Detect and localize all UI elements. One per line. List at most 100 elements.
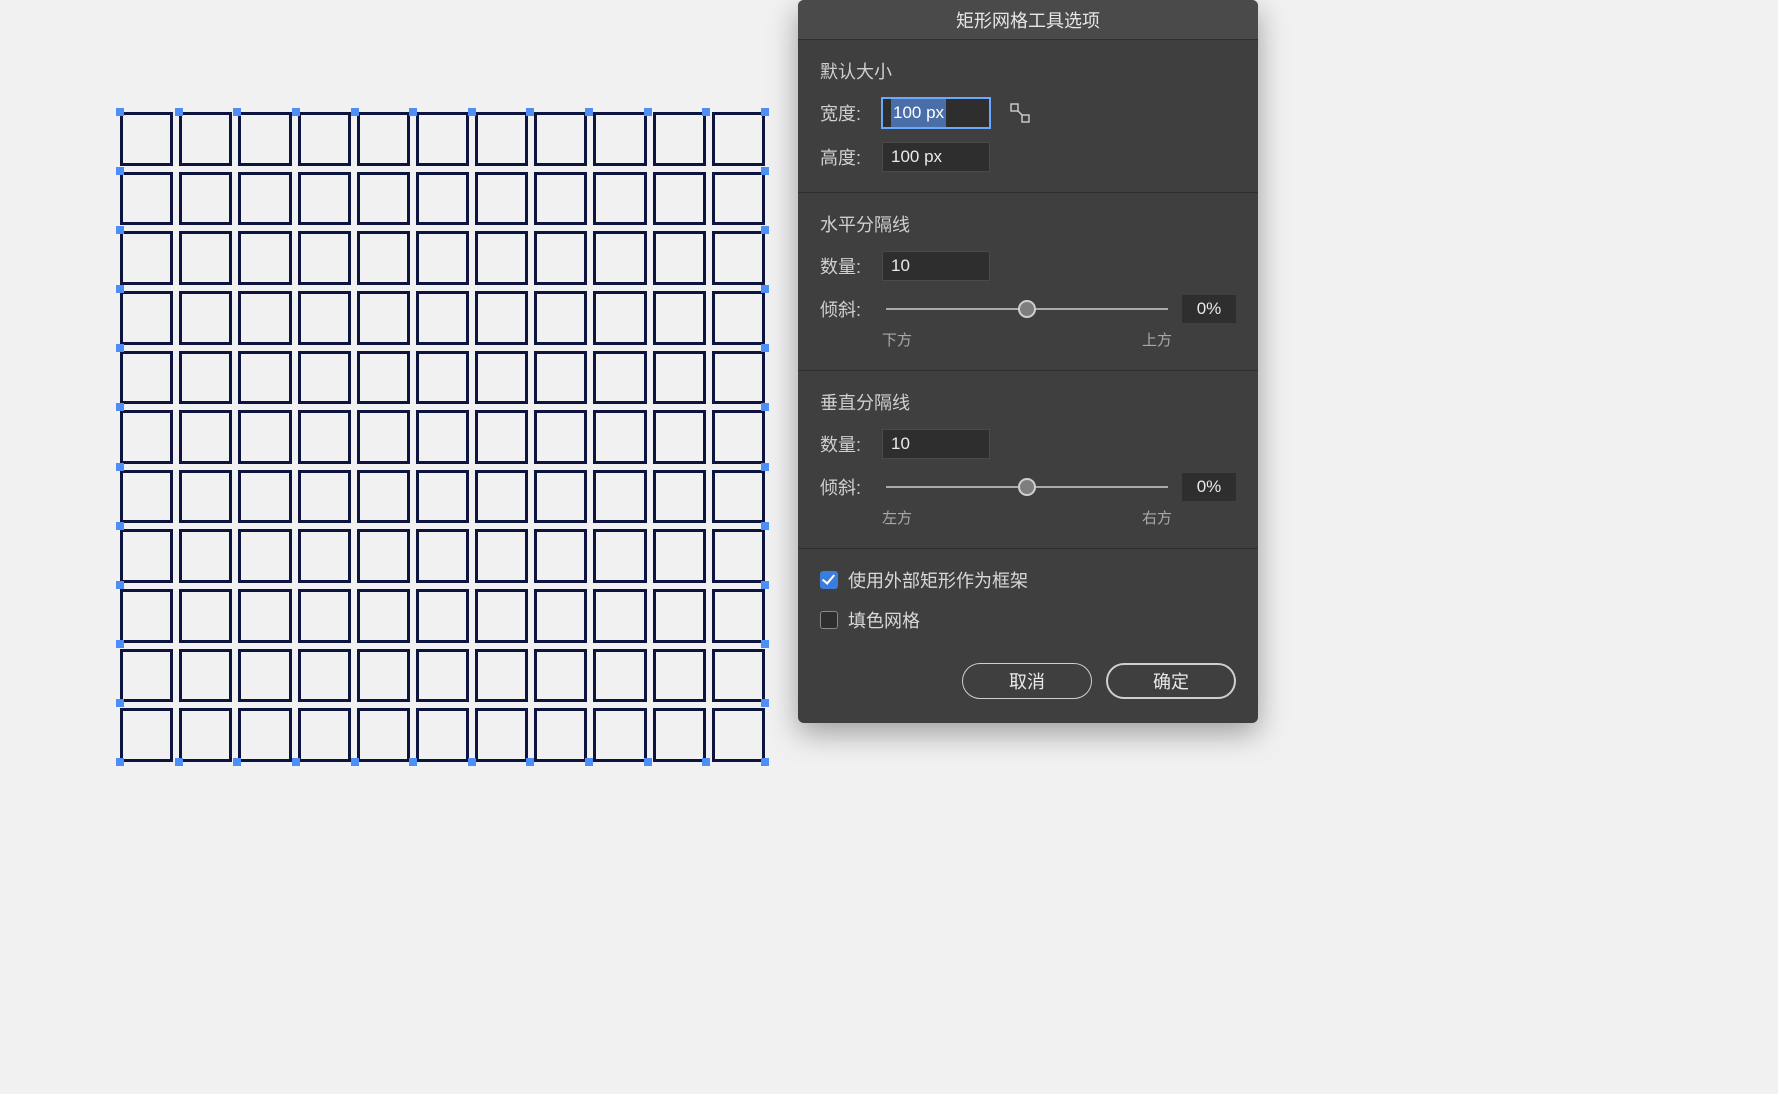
height-input[interactable]: 100 px <box>882 142 990 172</box>
grid-cell <box>653 529 706 583</box>
v-skew-right-label: 右方 <box>1142 507 1172 528</box>
selection-handle[interactable] <box>761 699 769 707</box>
selection-handle[interactable] <box>175 758 183 766</box>
grid-cell <box>357 351 410 405</box>
grid-cell <box>357 708 410 762</box>
v-count-label: 数量: <box>820 431 872 457</box>
selection-handle[interactable] <box>468 758 476 766</box>
h-skew-value[interactable]: 0% <box>1182 295 1236 323</box>
grid-cell <box>120 708 173 762</box>
checkbox-use-outer-rect-box[interactable] <box>820 571 838 589</box>
selection-handle[interactable] <box>292 758 300 766</box>
selection-handle[interactable] <box>116 522 124 530</box>
v-skew-slider[interactable] <box>886 486 1168 488</box>
selection-handle[interactable] <box>292 108 300 116</box>
selection-handle[interactable] <box>175 108 183 116</box>
selection-handle[interactable] <box>644 758 652 766</box>
grid-cell <box>653 231 706 285</box>
grid-cell <box>120 649 173 703</box>
selection-handle[interactable] <box>351 108 359 116</box>
grid-cell <box>534 231 587 285</box>
grid-cell <box>475 231 528 285</box>
selection-handle[interactable] <box>702 108 710 116</box>
grid-cell <box>534 529 587 583</box>
selection-handle[interactable] <box>761 344 769 352</box>
checkbox-fill-grid[interactable]: 填色网格 <box>820 607 1236 633</box>
selection-handle[interactable] <box>761 108 769 116</box>
dialog-options: 使用外部矩形作为框架 填色网格 <box>798 549 1258 655</box>
grid-cell <box>179 649 232 703</box>
selection-handle[interactable] <box>702 758 710 766</box>
selection-handle[interactable] <box>761 640 769 648</box>
selection-handle[interactable] <box>761 285 769 293</box>
selection-handle[interactable] <box>585 758 593 766</box>
grid-cell <box>712 231 765 285</box>
grid-cell <box>534 172 587 226</box>
selection-handle[interactable] <box>116 581 124 589</box>
section-vertical-dividers: 垂直分隔线 数量: 10 倾斜: 0% 左方 右方 <box>798 371 1258 549</box>
checkbox-use-outer-rect[interactable]: 使用外部矩形作为框架 <box>820 567 1236 593</box>
grid-cell <box>416 470 469 524</box>
selection-handle[interactable] <box>409 108 417 116</box>
grid-cell <box>475 410 528 464</box>
h-skew-slider-thumb[interactable] <box>1018 300 1036 318</box>
selection-handle[interactable] <box>116 403 124 411</box>
selection-handle[interactable] <box>116 167 124 175</box>
height-label: 高度: <box>820 144 872 170</box>
selection-handle[interactable] <box>351 758 359 766</box>
ok-button[interactable]: 确定 <box>1106 663 1236 699</box>
selection-handle[interactable] <box>233 108 241 116</box>
grid-cell <box>179 470 232 524</box>
grid-cell <box>298 470 351 524</box>
grid-cell <box>179 172 232 226</box>
grid-cell <box>179 589 232 643</box>
grid-cell <box>179 410 232 464</box>
grid-cell <box>238 470 291 524</box>
selection-handle[interactable] <box>116 640 124 648</box>
selection-handle[interactable] <box>116 226 124 234</box>
grid-cell <box>593 529 646 583</box>
selection-handle[interactable] <box>116 344 124 352</box>
grid-cell <box>416 112 469 166</box>
selection-handle[interactable] <box>409 758 417 766</box>
grid-cell <box>534 112 587 166</box>
constrain-proportions-icon[interactable] <box>1006 99 1034 127</box>
v-skew-slider-thumb[interactable] <box>1018 478 1036 496</box>
selection-handle[interactable] <box>761 167 769 175</box>
selection-handle[interactable] <box>644 108 652 116</box>
selection-handle[interactable] <box>761 522 769 530</box>
width-input[interactable]: 100 px <box>882 98 990 128</box>
selection-handle[interactable] <box>233 758 241 766</box>
grid-cell <box>653 291 706 345</box>
grid-cell <box>298 708 351 762</box>
grid-cell <box>653 708 706 762</box>
grid-cell <box>357 470 410 524</box>
selection-handle[interactable] <box>761 758 769 766</box>
selection-handle[interactable] <box>526 758 534 766</box>
grid-cell <box>298 589 351 643</box>
grid-cell <box>298 529 351 583</box>
selection-handle[interactable] <box>116 463 124 471</box>
selection-handle[interactable] <box>761 226 769 234</box>
h-count-input[interactable]: 10 <box>882 251 990 281</box>
selection-handle[interactable] <box>761 403 769 411</box>
selection-handle[interactable] <box>116 758 124 766</box>
selection-handle[interactable] <box>585 108 593 116</box>
dialog-title-text: 矩形网格工具选项 <box>956 7 1100 33</box>
selection-handle[interactable] <box>761 581 769 589</box>
grid-cell <box>357 112 410 166</box>
checkbox-fill-grid-box[interactable] <box>820 611 838 629</box>
selection-handle[interactable] <box>116 699 124 707</box>
v-count-input[interactable]: 10 <box>882 429 990 459</box>
v-skew-value[interactable]: 0% <box>1182 473 1236 501</box>
cancel-button[interactable]: 取消 <box>962 663 1092 699</box>
selection-handle[interactable] <box>526 108 534 116</box>
grid-cell <box>416 529 469 583</box>
h-skew-slider[interactable] <box>886 308 1168 310</box>
grid-cell <box>238 291 291 345</box>
grid-cell <box>475 112 528 166</box>
selection-handle[interactable] <box>468 108 476 116</box>
selection-handle[interactable] <box>761 463 769 471</box>
selection-handle[interactable] <box>116 285 124 293</box>
selection-handle[interactable] <box>116 108 124 116</box>
